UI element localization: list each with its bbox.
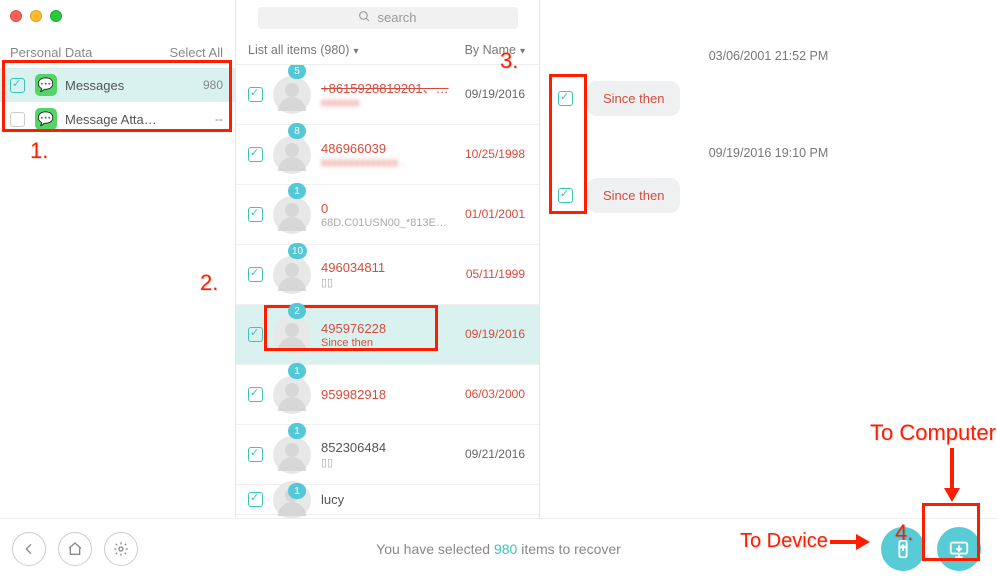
avatar-icon	[273, 136, 311, 174]
avatar-icon	[273, 256, 311, 294]
selection-status: You have selected 980 items to recover	[0, 541, 997, 557]
checkbox-icon[interactable]	[248, 147, 263, 162]
contact-row[interactable]: 1 lucy	[236, 485, 539, 515]
minimize-window-icon[interactable]	[30, 10, 42, 22]
sidebar-item-label: Messages	[65, 78, 203, 93]
chat-timestamp: 09/19/2016 19:10 PM	[540, 146, 997, 160]
chat-message[interactable]: Since then	[558, 81, 997, 116]
search-input[interactable]: search	[258, 7, 518, 29]
checkbox-icon[interactable]	[10, 78, 25, 93]
checkbox-icon[interactable]	[10, 112, 25, 127]
sidebar: Personal Data Select All 💬 Messages 980 …	[0, 35, 235, 136]
contact-date: 09/21/2016	[465, 447, 525, 461]
chat-bubble: Since then	[587, 81, 680, 116]
sidebar-item-count: --	[215, 112, 223, 126]
contact-date: 10/25/1998	[465, 147, 525, 161]
maximize-window-icon[interactable]	[50, 10, 62, 22]
checkbox-icon[interactable]	[248, 87, 263, 102]
checkbox-icon[interactable]	[248, 267, 263, 282]
checkbox-icon[interactable]	[248, 207, 263, 222]
checkbox-icon[interactable]	[248, 327, 263, 342]
avatar-icon	[273, 196, 311, 234]
unread-badge: 5	[288, 65, 306, 79]
contact-date: 05/11/1999	[466, 267, 525, 281]
unread-badge: 1	[288, 483, 306, 499]
contact-row[interactable]: 5+8615928819201、…xxxxxxx09/19/2016	[236, 65, 539, 125]
select-all-link[interactable]: Select All	[170, 45, 223, 60]
avatar-icon	[273, 316, 311, 354]
chevron-down-icon: ▾	[520, 46, 525, 57]
search-placeholder: search	[377, 10, 416, 25]
unread-badge: 1	[288, 183, 306, 199]
sidebar-item-label: Message Atta…	[65, 112, 215, 127]
avatar-icon	[273, 76, 311, 114]
sidebar-item-messages[interactable]: 💬 Messages 980	[0, 68, 235, 102]
chat-bubble: Since then	[587, 178, 680, 213]
checkbox-icon[interactable]	[248, 492, 263, 507]
unread-badge: 1	[288, 423, 306, 439]
contact-row[interactable]: 1068D.C01USN00_*813E…01/01/2001	[236, 185, 539, 245]
unread-badge: 8	[288, 123, 306, 139]
contact-date: 01/01/2001	[465, 207, 525, 221]
sort-dropdown[interactable]: By Name▾	[465, 43, 525, 57]
annotation-label: 2.	[200, 270, 218, 296]
contact-name: lucy	[321, 492, 527, 508]
contact-row[interactable]: 1852306484▯▯09/21/2016	[236, 425, 539, 485]
avatar-icon	[273, 376, 311, 414]
unread-badge: 10	[288, 243, 307, 259]
checkbox-icon[interactable]	[248, 387, 263, 402]
contact-row[interactable]: 2495976228Since then09/19/2016	[236, 305, 539, 365]
chat-panel: 03/06/2001 21:52 PM Since then 09/19/201…	[540, 35, 997, 518]
contact-row[interactable]: 195998291806/03/2000	[236, 365, 539, 425]
chat-timestamp: 03/06/2001 21:52 PM	[540, 49, 997, 63]
contact-date: 06/03/2000	[465, 387, 525, 401]
contact-date: 09/19/2016	[465, 327, 525, 341]
chevron-down-icon: ▾	[353, 46, 358, 57]
search-icon	[358, 10, 371, 26]
checkbox-icon[interactable]	[248, 447, 263, 462]
contact-row[interactable]: 8486966039xxxxxxxxxxxxxx .10/25/1998	[236, 125, 539, 185]
contact-date: 09/19/2016	[465, 87, 525, 101]
unread-badge: 2	[288, 303, 306, 319]
sidebar-item-message-attachments[interactable]: 💬 Message Atta… --	[0, 102, 235, 136]
chat-message[interactable]: Since then	[558, 178, 997, 213]
export-to-computer-button[interactable]	[937, 527, 981, 571]
sidebar-header: Personal Data	[10, 45, 92, 60]
close-window-icon[interactable]	[10, 10, 22, 22]
contact-row[interactable]: 10496034811▯▯05/11/1999	[236, 245, 539, 305]
attachments-app-icon: 💬	[35, 108, 57, 130]
checkbox-icon[interactable]	[558, 91, 573, 106]
window-controls	[10, 10, 62, 22]
contact-list: 5+8615928819201、…xxxxxxx09/19/2016848696…	[236, 65, 539, 518]
checkbox-icon[interactable]	[558, 188, 573, 203]
messages-app-icon: 💬	[35, 74, 57, 96]
list-filter-dropdown[interactable]: List all items (980)▾	[248, 43, 358, 57]
export-to-device-button[interactable]	[881, 527, 925, 571]
sidebar-item-count: 980	[203, 78, 223, 92]
footer-bar: You have selected 980 items to recover	[0, 518, 997, 578]
contacts-panel: search List all items (980)▾ By Name▾ 5+…	[235, 0, 540, 518]
annotation-label: 1.	[30, 138, 48, 164]
avatar-icon	[273, 436, 311, 474]
unread-badge: 1	[288, 363, 306, 379]
